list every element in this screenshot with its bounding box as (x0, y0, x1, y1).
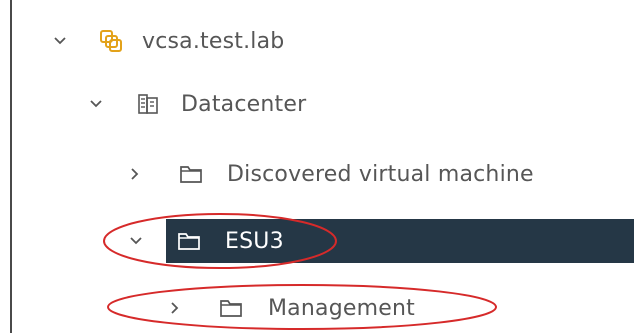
tree-node-label[interactable]: Datacenter (181, 92, 306, 117)
chevron-down-icon[interactable] (88, 96, 104, 112)
tree-node-esu3[interactable]: ESU3 (0, 219, 634, 263)
datacenter-icon (136, 92, 160, 116)
folder-icon (179, 162, 203, 186)
chevron-down-icon[interactable] (52, 33, 68, 49)
tree-node-datacenter[interactable]: Datacenter (0, 82, 634, 126)
tree-node-discovered-vm[interactable]: Discovered virtual machine (0, 152, 634, 196)
inventory-tree-panel: vcsa.test.lab Datacenter Discovered virt… (0, 0, 634, 333)
tree-node-management[interactable]: Management (0, 286, 634, 330)
chevron-right-icon[interactable] (127, 166, 143, 182)
folder-icon (219, 296, 243, 320)
vcenter-icon (99, 29, 123, 53)
tree-node-label[interactable]: Discovered virtual machine (227, 162, 534, 187)
tree-node-label[interactable]: Management (268, 296, 415, 321)
folder-icon (177, 229, 201, 253)
tree-node-label[interactable]: vcsa.test.lab (142, 29, 284, 54)
chevron-down-icon[interactable] (128, 233, 144, 249)
tree-node-label[interactable]: ESU3 (225, 229, 284, 254)
tree-node-vcsa[interactable]: vcsa.test.lab (0, 19, 634, 63)
chevron-right-icon[interactable] (167, 300, 183, 316)
